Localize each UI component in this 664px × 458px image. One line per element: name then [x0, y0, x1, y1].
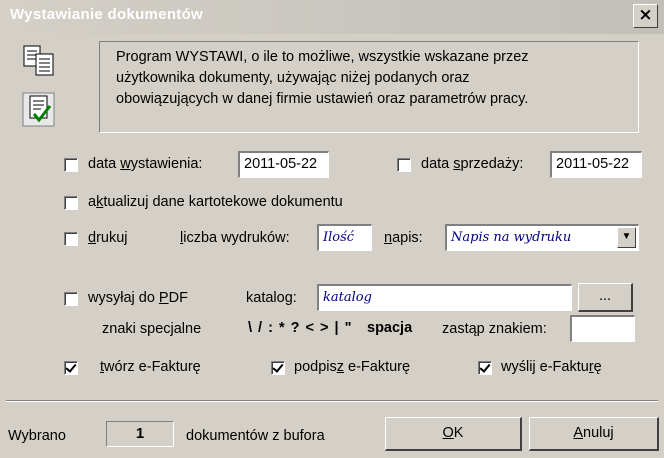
info-text: Program WYSTAWI, o ile to możliwe, wszys…	[116, 49, 529, 107]
special-chars-list: \ / : * ? < > | "	[248, 320, 353, 336]
browse-button[interactable]: ...	[578, 283, 633, 312]
ok-button[interactable]: OK	[385, 417, 522, 451]
window-title: Wystawianie dokumentów	[10, 6, 204, 23]
cancel-button[interactable]: Anuluj	[529, 417, 659, 451]
pdf-checkbox[interactable]	[64, 292, 78, 306]
issue-date-label: data wystawienia:	[88, 156, 203, 172]
title-bar[interactable]: Wystawianie dokumentów ×	[0, 0, 664, 34]
sale-date-label: data sprzedaży:	[421, 156, 524, 172]
replace-char-input[interactable]	[570, 315, 635, 342]
sign-efaktura-checkbox[interactable]	[271, 361, 285, 375]
copies-label: liczba wydruków:	[180, 230, 290, 246]
update-data-label: aktualizuj dane kartotekowe dokumentu	[88, 194, 343, 210]
issue-date-input[interactable]: 2011-05-22	[238, 151, 329, 178]
replace-char-label: zastąp znakiem:	[442, 321, 547, 337]
sale-date-checkbox[interactable]	[397, 158, 411, 172]
print-checkbox[interactable]	[64, 232, 78, 246]
chevron-down-icon: ▼	[621, 231, 632, 242]
close-icon: ×	[638, 5, 653, 25]
send-efaktura-label: wyślij e-Fakturę	[501, 359, 602, 375]
document-check-icon	[22, 92, 55, 127]
send-efaktura-checkbox[interactable]	[478, 361, 492, 375]
separator	[6, 400, 658, 402]
caption-label: napis:	[384, 230, 423, 246]
selected-count: 1	[106, 421, 174, 447]
documents-icon	[23, 45, 54, 76]
update-data-checkbox[interactable]	[64, 196, 78, 210]
create-efaktura-checkbox[interactable]	[64, 361, 78, 375]
print-label: drukuj	[88, 230, 128, 246]
special-chars-label: znaki specjalne	[102, 321, 202, 337]
caption-dropdown-button[interactable]: ▼	[617, 227, 636, 248]
selected-label: Wybrano	[8, 428, 66, 444]
folder-input[interactable]: katalog	[317, 284, 572, 311]
issue-date-checkbox[interactable]	[64, 158, 78, 172]
selected-suffix: dokumentów z bufora	[186, 428, 325, 444]
create-efaktura-label: twórz e-Fakturę	[100, 359, 201, 375]
pdf-label: wysyłaj do PDF	[88, 290, 188, 306]
caption-select[interactable]: Napis na wydruku	[445, 224, 639, 251]
copies-input[interactable]: Ilość	[317, 224, 372, 251]
close-button[interactable]: ×	[633, 4, 658, 28]
sale-date-input[interactable]: 2011-05-22	[550, 151, 642, 178]
folder-label: katalog:	[246, 290, 297, 306]
sign-efaktura-label: podpisz e-Fakturę	[294, 359, 411, 375]
special-space-label: spacja	[367, 320, 413, 336]
